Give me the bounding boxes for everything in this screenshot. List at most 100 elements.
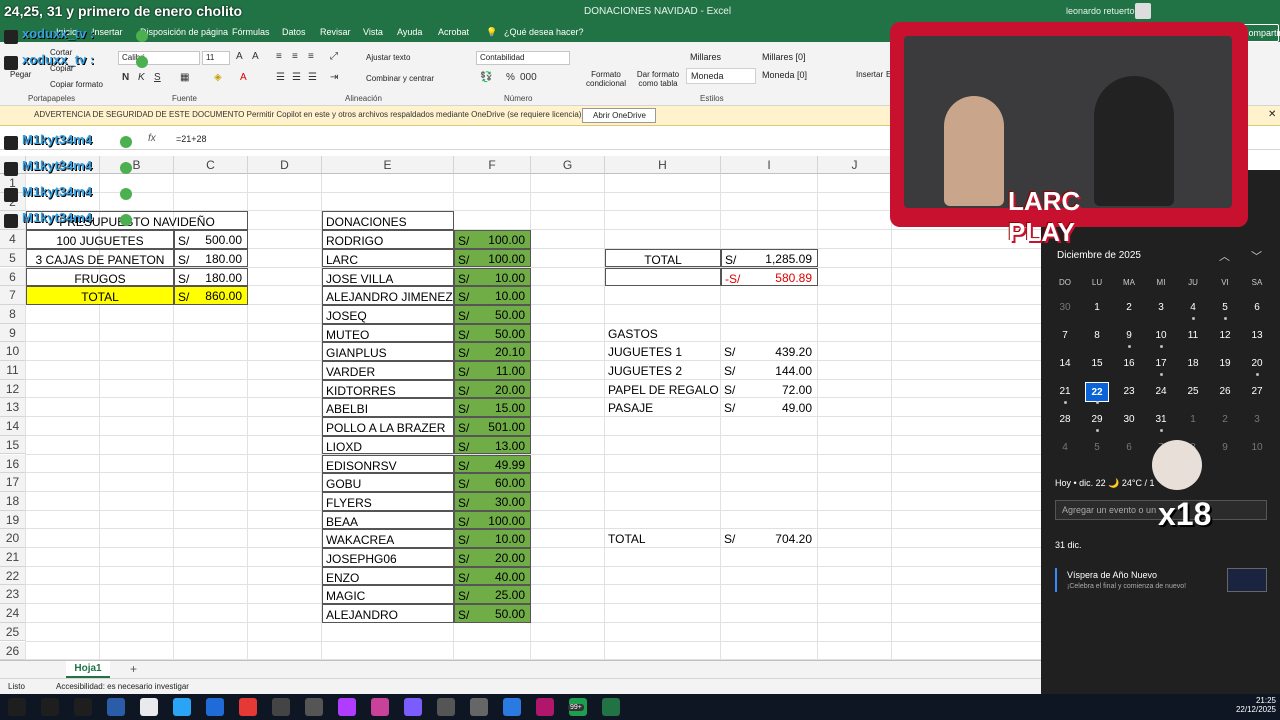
- budget-item[interactable]: 3 CAJAS DE PANETON: [26, 248, 174, 268]
- expenses-title[interactable]: GASTOS: [605, 324, 721, 343]
- calendar-day[interactable]: 30: [1053, 298, 1077, 318]
- row-header[interactable]: 13: [0, 398, 26, 418]
- row-header[interactable]: 15: [0, 435, 26, 455]
- calendar-day[interactable]: 30: [1117, 410, 1141, 430]
- donation-amount[interactable]: 13.00: [454, 436, 531, 455]
- donation-amount[interactable]: 50.00: [454, 324, 531, 343]
- donor-name[interactable]: LIOXD: [322, 435, 454, 455]
- summary-difference[interactable]: 580.89: [721, 268, 818, 287]
- word-icon[interactable]: [503, 698, 521, 716]
- calendar-day[interactable]: 22: [1085, 382, 1109, 402]
- donor-name[interactable]: JOSEPHG06: [322, 548, 454, 567]
- column-header[interactable]: E: [322, 156, 454, 174]
- budget-item[interactable]: FRUGOS: [26, 267, 174, 287]
- donor-name[interactable]: JOSE VILLA: [322, 267, 454, 287]
- column-header[interactable]: G: [531, 156, 605, 174]
- paste-button[interactable]: Pegar: [10, 70, 31, 79]
- open-onedrive-button[interactable]: Abrir OneDrive: [582, 108, 656, 123]
- summary-total-label[interactable]: TOTAL: [605, 248, 721, 268]
- expense-amount[interactable]: 72.00: [721, 380, 818, 399]
- calendar-day[interactable]: 13: [1245, 326, 1269, 346]
- budget-total[interactable]: 860.00: [174, 286, 248, 305]
- row-header[interactable]: 16: [0, 454, 26, 474]
- row-header[interactable]: 21: [0, 548, 26, 567]
- calendar-day[interactable]: 1: [1181, 410, 1205, 430]
- excel-icon[interactable]: [602, 698, 620, 716]
- add-sheet-icon[interactable]: +: [130, 662, 137, 676]
- chevron-down-icon[interactable]: ﹀: [1251, 248, 1262, 264]
- calendar-day[interactable]: 25: [1181, 382, 1205, 402]
- donor-name[interactable]: ALEJANDRO JIMENEZ: [322, 286, 454, 305]
- obs-icon[interactable]: [470, 698, 488, 716]
- donation-amount[interactable]: 20.00: [454, 548, 531, 567]
- format-as-table-button[interactable]: Dar formato como tabla: [632, 70, 684, 88]
- taskbar-clock[interactable]: 21:25 22/12/2025: [1232, 696, 1276, 714]
- fill-color-icon[interactable]: ◈: [214, 72, 222, 83]
- column-header[interactable]: F: [454, 156, 531, 174]
- calendar-day[interactable]: 17: [1149, 354, 1173, 374]
- column-header[interactable]: D: [248, 156, 322, 174]
- donor-name[interactable]: EDISONRSV: [322, 454, 454, 474]
- column-header[interactable]: B: [100, 156, 174, 174]
- calendar-day[interactable]: 9: [1213, 438, 1237, 458]
- row-header[interactable]: 11: [0, 361, 26, 380]
- calendar-day[interactable]: 10: [1149, 326, 1173, 346]
- row-header[interactable]: 23: [0, 585, 26, 605]
- donor-name[interactable]: RODRIGO: [322, 230, 454, 249]
- row-header[interactable]: 22: [0, 566, 26, 586]
- donor-name[interactable]: POLLO A LA BRAZER: [322, 417, 454, 436]
- donor-name[interactable]: BEAA: [322, 510, 454, 530]
- style-moneda[interactable]: Moneda: [686, 68, 756, 84]
- calendar-day[interactable]: 5: [1085, 438, 1109, 458]
- calendar-day[interactable]: 21: [1053, 382, 1077, 402]
- donation-amount[interactable]: 49.99: [454, 455, 531, 474]
- donor-name[interactable]: MAGIC: [322, 585, 454, 605]
- align-bottom-icon[interactable]: ≡: [308, 51, 314, 62]
- donation-amount[interactable]: 10.00: [454, 286, 531, 305]
- calendar-day[interactable]: 7: [1053, 326, 1077, 346]
- wrap-text-button[interactable]: Ajustar texto: [366, 53, 410, 62]
- style-moneda-0[interactable]: Moneda [0]: [758, 68, 828, 82]
- budget-item[interactable]: 100 JUGUETES: [26, 230, 174, 249]
- row-header[interactable]: 17: [0, 473, 26, 492]
- donor-name[interactable]: KIDTORRES: [322, 379, 454, 399]
- thousands-icon[interactable]: 000: [520, 72, 537, 83]
- style-millares-0[interactable]: Millares [0]: [758, 50, 828, 64]
- donation-amount[interactable]: 15.00: [454, 398, 531, 417]
- calendar-day[interactable]: 10: [1245, 438, 1269, 458]
- row-header[interactable]: 19: [0, 510, 26, 530]
- chrome-icon[interactable]: [140, 698, 158, 716]
- fx-icon[interactable]: fx: [148, 133, 156, 144]
- app-icon[interactable]: [239, 698, 257, 716]
- explorer-icon[interactable]: [107, 698, 125, 716]
- row-header[interactable]: 18: [0, 491, 26, 511]
- calendar-day[interactable]: 31: [1149, 410, 1173, 430]
- budget-total-label[interactable]: TOTAL: [26, 286, 174, 305]
- donations-title[interactable]: DONACIONES: [322, 211, 454, 231]
- tab-formulas[interactable]: Fórmulas: [232, 27, 270, 37]
- donor-name[interactable]: ENZO: [322, 566, 454, 586]
- donation-amount[interactable]: 11.00: [454, 361, 531, 380]
- accessibility-status[interactable]: Accesibilidad: es necesario investigar: [56, 682, 189, 691]
- align-right-icon[interactable]: ☰: [308, 72, 317, 83]
- expenses-total[interactable]: 704.20: [721, 529, 818, 548]
- calendar-day[interactable]: 6: [1245, 298, 1269, 318]
- donation-amount[interactable]: 100.00: [454, 230, 531, 249]
- donation-amount[interactable]: 501.00: [454, 417, 531, 436]
- column-header[interactable]: C: [174, 156, 248, 174]
- calendar-day[interactable]: 5: [1213, 298, 1237, 318]
- donation-amount[interactable]: 60.00: [454, 473, 531, 492]
- calendar-month[interactable]: Diciembre de 2025: [1057, 250, 1141, 261]
- expense-label[interactable]: PAPEL DE REGALO: [605, 380, 721, 399]
- row-header[interactable]: 26: [0, 641, 26, 660]
- currency-icon[interactable]: 💱: [480, 72, 492, 83]
- calendar-day[interactable]: 15: [1085, 354, 1109, 374]
- donation-amount[interactable]: 100.00: [454, 511, 531, 530]
- donation-amount[interactable]: 25.00: [454, 585, 531, 604]
- amount-cell[interactable]: 180.00: [174, 268, 248, 287]
- donation-amount[interactable]: 30.00: [454, 492, 531, 511]
- font-name-select[interactable]: Calibri: [118, 51, 200, 65]
- calendar-day[interactable]: 1: [1085, 298, 1109, 318]
- summary-total[interactable]: 1,285.09: [721, 249, 818, 268]
- tab-vista[interactable]: Vista: [363, 27, 383, 37]
